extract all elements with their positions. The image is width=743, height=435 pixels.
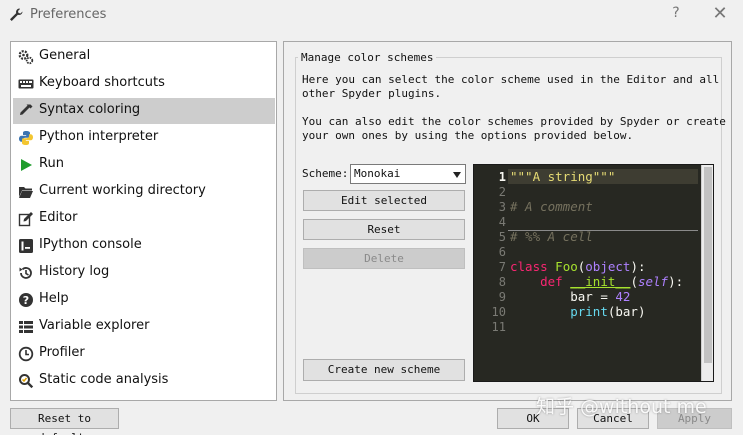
- keyboard-icon: [18, 79, 34, 89]
- sidebar-item-label: Variable explorer: [39, 318, 150, 333]
- editor-scrollbar[interactable]: [701, 165, 713, 381]
- syntax-coloring-panel: Manage color schemes Here you can select…: [283, 41, 732, 401]
- line-number: 9: [498, 290, 506, 304]
- reset-to-defaults-button[interactable]: Reset to defaults: [10, 408, 119, 435]
- gear-icon: [18, 50, 34, 65]
- watermark-text: 知乎 @without me: [536, 396, 707, 418]
- sidebar-item-editor[interactable]: Editor: [13, 206, 275, 232]
- edit-icon: [18, 212, 33, 227]
- code-keyword: def: [540, 274, 563, 289]
- sidebar-item-label: Editor: [39, 210, 78, 225]
- code-class-name: Foo: [555, 259, 578, 274]
- eyedropper-icon: [20, 104, 33, 115]
- line-number: 11: [491, 320, 506, 334]
- sidebar-item-ipython-console[interactable]: IPython console: [13, 233, 275, 259]
- edit-selected-button[interactable]: Edit selected: [303, 190, 465, 211]
- code-variable: bar =: [570, 289, 616, 304]
- code-comment-line: # A comment: [510, 199, 593, 214]
- sidebar-item-syntax-coloring[interactable]: Syntax coloring: [13, 98, 275, 124]
- help-button[interactable]: ?: [667, 5, 685, 25]
- svg-text:?: ?: [23, 294, 29, 307]
- create-new-scheme-button[interactable]: Create new scheme: [303, 359, 465, 381]
- sidebar-item-label: Syntax coloring: [39, 102, 141, 117]
- line-number: 4: [498, 215, 506, 229]
- close-button[interactable]: ✕: [710, 5, 730, 25]
- code-builtin-call: print: [570, 304, 608, 319]
- code-cell-line: # %% A cell: [510, 229, 593, 244]
- sidebar-item-label: History log: [39, 264, 110, 279]
- sidebar-item-keyboard-shortcuts[interactable]: Keyboard shortcuts: [13, 71, 275, 97]
- sidebar-item-label: Python interpreter: [39, 129, 159, 144]
- code-args: (bar): [607, 304, 646, 319]
- line-number: 1: [498, 170, 506, 184]
- code-keyword: class: [510, 259, 548, 274]
- console-icon: [19, 239, 33, 253]
- sidebar-item-label: Keyboard shortcuts: [39, 75, 165, 90]
- sidebar-item-label: Static code analysis: [39, 372, 169, 387]
- code-print-line: print(bar): [510, 304, 646, 319]
- line-number: 7: [498, 260, 506, 274]
- delete-button[interactable]: Delete: [303, 248, 465, 269]
- sidebar-item-run[interactable]: Run: [13, 152, 275, 178]
- python-icon: [19, 131, 33, 145]
- wrench-icon: [10, 8, 23, 21]
- code-function-name: __init__: [570, 274, 631, 289]
- scrollbar-thumb[interactable]: [704, 167, 712, 363]
- code-builtin: object: [585, 259, 631, 274]
- scheme-label: Scheme:: [302, 167, 349, 180]
- code-def-line: def __init__(self):: [510, 274, 683, 289]
- line-number: 10: [491, 305, 506, 319]
- line-number: 6: [498, 245, 506, 259]
- sidebar-item-help[interactable]: ? Help: [13, 287, 275, 313]
- clock-icon: [18, 346, 34, 362]
- description-line: other Spyder plugins.: [302, 87, 442, 100]
- code-string-line: """A string""": [510, 169, 616, 184]
- line-number: 8: [498, 275, 506, 289]
- sidebar-item-label: Run: [39, 156, 64, 171]
- description-line: your own ones by using the options provi…: [302, 129, 634, 142]
- play-icon: [21, 159, 32, 171]
- sidebar-item-python-interpreter[interactable]: Python interpreter: [13, 125, 275, 151]
- group-title: Manage color schemes: [298, 51, 437, 64]
- sidebar-item-history-log[interactable]: History log: [13, 260, 275, 286]
- sidebar-item-label: Profiler: [39, 345, 85, 360]
- sidebar-item-general[interactable]: General: [13, 44, 275, 70]
- line-number-gutter: 1 2 3 4 5 6 7 8 9 10 11: [474, 165, 508, 381]
- description-text-2: You can also edit the color schemes prov…: [302, 115, 726, 143]
- code-assign-line: bar = 42: [510, 289, 630, 304]
- history-icon: [19, 267, 32, 279]
- sidebar-item-label: General: [39, 48, 91, 63]
- code-class-line: class Foo(object):: [510, 259, 646, 274]
- preferences-sidebar: General Keyboard shortcuts Syntax colori…: [10, 41, 277, 401]
- line-number: 3: [498, 200, 506, 214]
- description-line: Here you can select the color scheme use…: [302, 73, 720, 86]
- folder-icon: [19, 187, 33, 198]
- scheme-select[interactable]: Monokai: [350, 164, 466, 184]
- line-number: 5: [498, 230, 506, 244]
- description-line: You can also edit the color schemes prov…: [302, 115, 726, 128]
- description-text-1: Here you can select the color scheme use…: [302, 73, 719, 101]
- sidebar-item-label: Help: [39, 291, 69, 306]
- list-icon: [19, 321, 33, 333]
- sidebar-item-label: Current working directory: [39, 183, 206, 198]
- line-number: 2: [498, 185, 506, 199]
- window-title: Preferences: [30, 7, 107, 22]
- analysis-icon: [19, 374, 34, 389]
- sidebar-item-current-working-directory[interactable]: Current working directory: [13, 179, 275, 205]
- code-punct: ):: [630, 259, 646, 274]
- code-punct: ):: [668, 274, 684, 289]
- sidebar-item-static-code-analysis[interactable]: Static code analysis: [13, 368, 275, 394]
- reset-button[interactable]: Reset: [303, 219, 465, 240]
- sidebar-item-profiler[interactable]: Profiler: [13, 341, 275, 367]
- scheme-select-value: Monokai: [354, 167, 401, 180]
- code-self: self: [637, 274, 669, 289]
- scheme-preview-editor[interactable]: 1 2 3 4 5 6 7 8 9 10 11 """A string""" #…: [473, 164, 714, 382]
- title-bar: Preferences ? ✕: [0, 0, 743, 30]
- sidebar-item-variable-explorer[interactable]: Variable explorer: [13, 314, 275, 340]
- sidebar-item-label: IPython console: [39, 237, 142, 252]
- code-number: 42: [615, 289, 631, 304]
- code-punct: (: [630, 274, 638, 289]
- help-icon: ?: [19, 293, 33, 307]
- chevron-down-icon: [453, 172, 461, 178]
